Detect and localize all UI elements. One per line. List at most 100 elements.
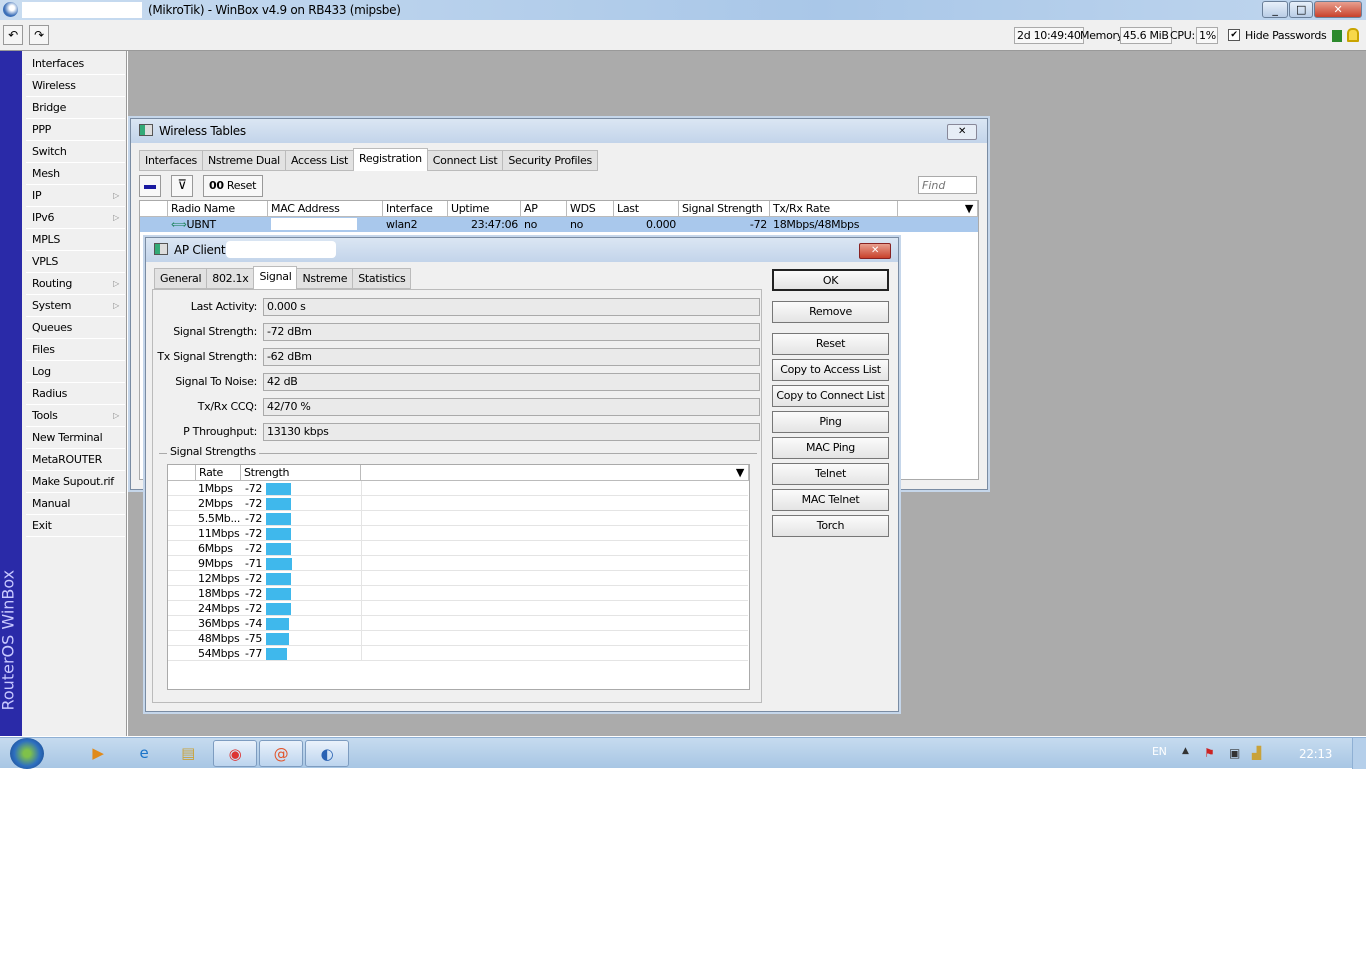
minimize-button[interactable]: _: [1262, 1, 1288, 18]
sidebar-item-switch[interactable]: Switch: [26, 141, 125, 163]
sidebar-item-new-terminal[interactable]: New Terminal: [26, 427, 125, 449]
column-header[interactable]: Signal Strength (...: [679, 201, 770, 230]
remove-button[interactable]: [139, 175, 161, 197]
strength-bar: [266, 558, 292, 570]
tab-connect-list[interactable]: Connect List: [426, 150, 504, 171]
tab-security-profiles[interactable]: Security Profiles: [502, 150, 598, 171]
column-header[interactable]: AP: [521, 201, 567, 217]
column-header[interactable]: Last Activit...: [614, 201, 679, 230]
find-input[interactable]: [918, 176, 977, 194]
sidebar-item-tools[interactable]: Tools ▷: [26, 405, 125, 427]
reset-counters-button[interactable]: 00 Reset: [203, 175, 263, 197]
redo-button[interactable]: ↷: [29, 25, 49, 45]
strength-row[interactable]: 9Mbps -71: [168, 556, 748, 571]
sidebar-item-interfaces[interactable]: Interfaces: [26, 53, 125, 75]
remove-button[interactable]: Remove: [772, 301, 889, 323]
sidebar-item-radius[interactable]: Radius: [26, 383, 125, 405]
network-icon[interactable]: ▣: [1229, 746, 1240, 760]
sidebar-item-ipv6[interactable]: IPv6 ▷: [26, 207, 125, 229]
sidebar-item-mpls[interactable]: MPLS: [26, 229, 125, 251]
action-center-icon[interactable]: ⚑: [1204, 746, 1215, 760]
column-header[interactable]: Tx/Rx Rate: [770, 201, 898, 217]
tab-nstreme-dual[interactable]: Nstreme Dual: [201, 150, 286, 171]
taskbar-explorer-icon[interactable]: ▤: [166, 740, 210, 767]
column-menu-icon[interactable]: ▼: [965, 201, 973, 216]
show-desktop-button[interactable]: [1352, 738, 1366, 769]
sidebar-item-bridge[interactable]: Bridge: [26, 97, 125, 119]
reset-button[interactable]: Reset: [772, 333, 889, 355]
show-hidden-icons[interactable]: ▲: [1182, 746, 1189, 756]
tab-registration[interactable]: Registration: [353, 148, 428, 171]
sidebar-item-ppp[interactable]: PPP: [26, 119, 125, 141]
strength-row[interactable]: 48Mbps -75: [168, 631, 748, 646]
strength-row[interactable]: 24Mbps -72: [168, 601, 748, 616]
column-header[interactable]: WDS: [567, 201, 614, 217]
signal-icon[interactable]: ▟: [1252, 746, 1261, 760]
strength-row[interactable]: 18Mbps -72: [168, 586, 748, 601]
start-button[interactable]: [10, 738, 44, 769]
taskbar-winbox-icon[interactable]: ◐: [305, 740, 349, 767]
tab-signal[interactable]: Signal: [253, 266, 298, 289]
sidebar-item-ip[interactable]: IP ▷: [26, 185, 125, 207]
column-divider: [361, 556, 362, 571]
mac-telnet-button[interactable]: MAC Telnet: [772, 489, 889, 511]
sidebar-item-wireless[interactable]: Wireless: [26, 75, 125, 97]
copy-to-access-list-button[interactable]: Copy to Access List: [772, 359, 889, 381]
copy-to-connect-list-button[interactable]: Copy to Connect List: [772, 385, 889, 407]
sidebar-item-metarouter[interactable]: MetaROUTER: [26, 449, 125, 471]
sidebar-item-files[interactable]: Files: [26, 339, 125, 361]
tab-nstreme[interactable]: Nstreme: [296, 268, 354, 289]
taskbar-mail-icon[interactable]: @: [259, 740, 303, 767]
taskbar-chrome-icon[interactable]: ◉: [213, 740, 257, 767]
column-header-rate[interactable]: Rate: [196, 465, 241, 481]
column-header[interactable]: Uptime: [448, 201, 521, 217]
column-header[interactable]: Radio Name: [168, 201, 268, 217]
table-row[interactable]: ⟺UBNT wlan2 23:47:06 no no 0.000 -72 18Mbps/48M…: [140, 217, 978, 232]
sidebar-item-queues[interactable]: Queues: [26, 317, 125, 339]
wireless-client-icon: ⟺: [171, 218, 187, 231]
ping-button[interactable]: Ping: [772, 411, 889, 433]
strength-row[interactable]: 1Mbps -72: [168, 481, 748, 496]
sidebar-item-label: Wireless: [32, 79, 76, 92]
sidebar-item-manual[interactable]: Manual: [26, 493, 125, 515]
hide-passwords-checkbox[interactable]: ✔: [1228, 29, 1240, 41]
close-button[interactable]: ✕: [1314, 1, 1362, 18]
sidebar-item-make-supout-rif[interactable]: Make Supout.rif: [26, 471, 125, 493]
filter-button[interactable]: ⊽: [171, 175, 193, 197]
strength-row[interactable]: 36Mbps -74: [168, 616, 748, 631]
sidebar-item-vpls[interactable]: VPLS: [26, 251, 125, 273]
strength-row[interactable]: 11Mbps -72: [168, 526, 748, 541]
sidebar-item-routing[interactable]: Routing ▷: [26, 273, 125, 295]
taskbar-media-player-icon[interactable]: ▶: [76, 740, 120, 767]
tab-statistics[interactable]: Statistics: [352, 268, 412, 289]
column-header[interactable]: Interface: [383, 201, 448, 217]
language-indicator[interactable]: EN: [1152, 745, 1167, 758]
sidebar-item-system[interactable]: System ▷: [26, 295, 125, 317]
sidebar-item-log[interactable]: Log: [26, 361, 125, 383]
telnet-button[interactable]: Telnet: [772, 463, 889, 485]
tab-interfaces[interactable]: Interfaces: [139, 150, 203, 171]
ap-client-close-button[interactable]: ✕: [859, 243, 891, 259]
tab-general[interactable]: General: [154, 268, 208, 289]
maximize-button[interactable]: □: [1289, 1, 1313, 18]
sidebar-item-exit[interactable]: Exit: [26, 515, 125, 537]
mac-ping-button[interactable]: MAC Ping: [772, 437, 889, 459]
strength-row[interactable]: 2Mbps -72: [168, 496, 748, 511]
ok-button[interactable]: OK: [772, 269, 889, 291]
wireless-tables-close-button[interactable]: ✕: [947, 124, 977, 140]
column-header[interactable]: MAC Address: [268, 201, 383, 217]
strength-row[interactable]: 5.5Mb... -72: [168, 511, 748, 526]
cell-interface: wlan2: [386, 218, 418, 231]
tab-802-1x[interactable]: 802.1x: [206, 268, 255, 289]
taskbar-ie-icon[interactable]: e: [122, 740, 166, 767]
column-header-strength[interactable]: Strength: [241, 465, 361, 481]
undo-button[interactable]: ↶: [3, 25, 23, 45]
strength-row[interactable]: 6Mbps -72: [168, 541, 748, 556]
tab-access-list[interactable]: Access List: [284, 150, 355, 171]
strength-row[interactable]: 54Mbps -77: [168, 646, 748, 661]
torch-button[interactable]: Torch: [772, 515, 889, 537]
sidebar-item-mesh[interactable]: Mesh: [26, 163, 125, 185]
clock[interactable]: 22:13: [1299, 747, 1332, 761]
column-menu-icon[interactable]: ▼: [736, 465, 744, 480]
strength-row[interactable]: 12Mbps -72: [168, 571, 748, 586]
